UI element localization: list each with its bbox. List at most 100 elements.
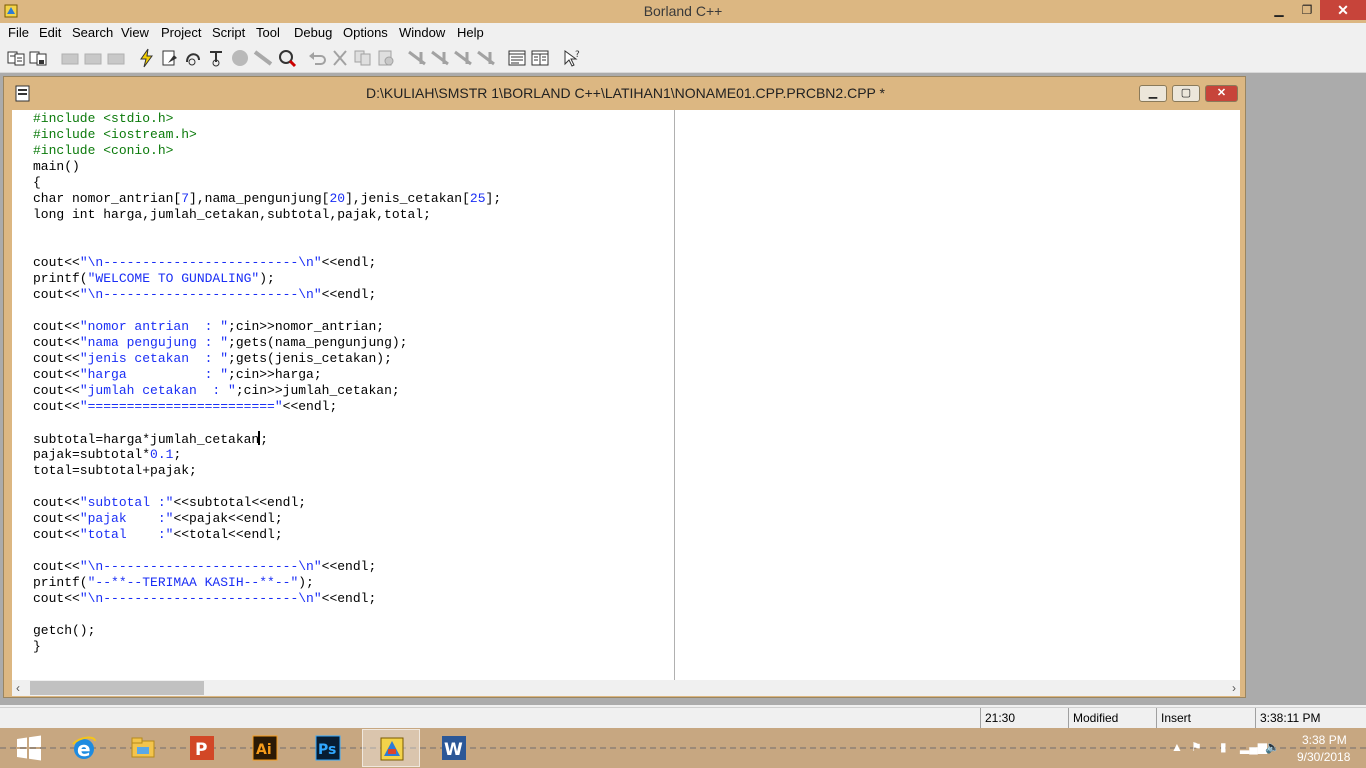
- minimize-button[interactable]: ▁: [1265, 0, 1293, 20]
- build-icon-disabled-3[interactable]: [106, 48, 126, 68]
- make-icon[interactable]: [160, 48, 180, 68]
- editor-area[interactable]: #include <stdio.h> #include <iostream.h> #…: [12, 110, 1240, 680]
- search-icon-2[interactable]: [430, 48, 450, 68]
- code-line[interactable]: [33, 223, 501, 239]
- search-icon-1[interactable]: [407, 48, 427, 68]
- search-icon-3[interactable]: [453, 48, 473, 68]
- help-icon[interactable]: ?: [562, 48, 582, 68]
- step-over-icon[interactable]: [183, 48, 203, 68]
- battery-icon[interactable]: ▮: [1220, 740, 1227, 754]
- code-line[interactable]: }: [33, 639, 501, 655]
- editor-window[interactable]: D:\KULIAH\SMSTR 1\BORLAND C++\LATIHAN1\N…: [3, 76, 1246, 698]
- menu-view[interactable]: View: [121, 25, 149, 40]
- code-line[interactable]: {: [33, 175, 501, 191]
- code-line[interactable]: total=subtotal+pajak;: [33, 463, 501, 479]
- code-line[interactable]: [33, 303, 501, 319]
- taskbar-borland-cpp[interactable]: [362, 729, 420, 767]
- close-button[interactable]: ✕: [1320, 0, 1366, 20]
- taskbar-internet-explorer[interactable]: e: [55, 729, 113, 767]
- message-window-icon[interactable]: [507, 48, 527, 68]
- scroll-left-icon[interactable]: ‹: [16, 680, 20, 696]
- editor-maximize-button[interactable]: ▢: [1172, 85, 1200, 102]
- code-line[interactable]: cout<<"harga : ";cin>>harga;: [33, 367, 501, 383]
- code-line[interactable]: cout<<"\n-------------------------\n"<<e…: [33, 255, 501, 271]
- code-line[interactable]: cout<<"nama pengujung : ";gets(nama_peng…: [33, 335, 501, 351]
- code-line[interactable]: cout<<"subtotal :"<<subtotal<<endl;: [33, 495, 501, 511]
- code-line[interactable]: long int harga,jumlah_cetakan,subtotal,p…: [33, 207, 501, 223]
- stop-icon[interactable]: [230, 48, 250, 68]
- trace-into-icon[interactable]: [206, 48, 226, 68]
- clock-date[interactable]: 9/30/2018: [1297, 750, 1350, 764]
- code-line[interactable]: [33, 543, 501, 559]
- menu-edit[interactable]: Edit: [39, 25, 61, 40]
- search-icon-4[interactable]: [476, 48, 496, 68]
- undo-icon[interactable]: [307, 48, 327, 68]
- code-line[interactable]: char nomor_antrian[7],nama_pengunjung[20…: [33, 191, 501, 207]
- code-line[interactable]: printf("WELCOME TO GUNDALING");: [33, 271, 501, 287]
- action-center-icon[interactable]: ⚑: [1191, 740, 1202, 754]
- start-button[interactable]: [0, 729, 58, 767]
- project-window-icon[interactable]: [530, 48, 550, 68]
- code-line[interactable]: #include <iostream.h>: [33, 127, 501, 143]
- code-line[interactable]: #include <stdio.h>: [33, 111, 501, 127]
- code-line[interactable]: subtotal=harga*jumlah_cetakan;: [33, 431, 501, 447]
- editor-pane-right[interactable]: [675, 110, 1240, 680]
- code-line[interactable]: #include <conio.h>: [33, 143, 501, 159]
- menu-search[interactable]: Search: [72, 25, 113, 40]
- code-line[interactable]: pajak=subtotal*0.1;: [33, 447, 501, 463]
- code-line[interactable]: [33, 415, 501, 431]
- show-hidden-icons-icon[interactable]: ▲: [1171, 740, 1183, 754]
- copy-icon[interactable]: [353, 48, 373, 68]
- volume-icon[interactable]: 🔈: [1265, 740, 1280, 754]
- taskbar-file-explorer[interactable]: [114, 729, 172, 767]
- build-icon-disabled-2[interactable]: [83, 48, 103, 68]
- build-icon-disabled-1[interactable]: [60, 48, 80, 68]
- menu-debug[interactable]: Debug: [294, 25, 332, 40]
- code-line[interactable]: cout<<"\n-------------------------\n"<<e…: [33, 591, 501, 607]
- menu-options[interactable]: Options: [343, 25, 388, 40]
- code-line[interactable]: cout<<"========================"<<endl;: [33, 399, 501, 415]
- code-line[interactable]: cout<<"jenis cetakan : ";gets(jenis_ceta…: [33, 351, 501, 367]
- taskbar-photoshop[interactable]: Ps: [299, 729, 357, 767]
- code-line[interactable]: [33, 607, 501, 623]
- inspect-icon[interactable]: [277, 48, 297, 68]
- clock-time[interactable]: 3:38 PM: [1302, 733, 1347, 747]
- open-project-icon[interactable]: [6, 48, 26, 68]
- menu-project[interactable]: Project: [161, 25, 201, 40]
- app-titlebar[interactable]: Borland C++ ▁ ❐ ✕: [0, 0, 1366, 23]
- editor-close-button[interactable]: ✕: [1205, 85, 1238, 102]
- code-line[interactable]: [33, 239, 501, 255]
- code-line[interactable]: main(): [33, 159, 501, 175]
- code-editor[interactable]: #include <stdio.h> #include <iostream.h> #…: [33, 111, 501, 655]
- menu-help[interactable]: Help: [457, 25, 484, 40]
- taskbar-word[interactable]: W: [425, 729, 483, 767]
- menu-script[interactable]: Script: [212, 25, 245, 40]
- menu-file[interactable]: File: [8, 25, 29, 40]
- restore-button[interactable]: ❐: [1293, 0, 1321, 20]
- scroll-right-icon[interactable]: ›: [1232, 680, 1236, 696]
- code-line[interactable]: cout<<"total :"<<total<<endl;: [33, 527, 501, 543]
- network-icon[interactable]: ▂▄▆: [1240, 740, 1267, 754]
- code-line[interactable]: [33, 479, 501, 495]
- cut-icon[interactable]: [330, 48, 350, 68]
- taskbar-illustrator[interactable]: Ai: [236, 729, 294, 767]
- horizontal-scrollbar[interactable]: ‹ ›: [12, 680, 1240, 696]
- menu-tool[interactable]: Tool: [256, 25, 280, 40]
- editor-minimize-button[interactable]: ▁: [1139, 85, 1167, 102]
- code-line[interactable]: cout<<"\n-------------------------\n"<<e…: [33, 287, 501, 303]
- code-line[interactable]: cout<<"\n-------------------------\n"<<e…: [33, 559, 501, 575]
- editor-pane-left[interactable]: #include <stdio.h> #include <iostream.h> #…: [12, 110, 675, 680]
- code-line[interactable]: getch();: [33, 623, 501, 639]
- code-line[interactable]: printf("--**--TERIMAA KASIH--**--");: [33, 575, 501, 591]
- paste-icon[interactable]: [376, 48, 396, 68]
- toggle-breakpoint-icon[interactable]: [253, 48, 273, 68]
- code-line[interactable]: cout<<"nomor antrian : ";cin>>nomor_antr…: [33, 319, 501, 335]
- scroll-thumb[interactable]: [30, 681, 204, 695]
- run-icon[interactable]: [137, 48, 157, 68]
- code-line[interactable]: cout<<"jumlah cetakan : ";cin>>jumlah_ce…: [33, 383, 501, 399]
- save-project-icon[interactable]: [28, 48, 48, 68]
- status-bar: 21:30 Modified Insert 3:38:11 PM: [0, 707, 1366, 729]
- taskbar-powerpoint[interactable]: P: [173, 729, 231, 767]
- menu-window[interactable]: Window: [399, 25, 445, 40]
- code-line[interactable]: cout<<"pajak :"<<pajak<<endl;: [33, 511, 501, 527]
